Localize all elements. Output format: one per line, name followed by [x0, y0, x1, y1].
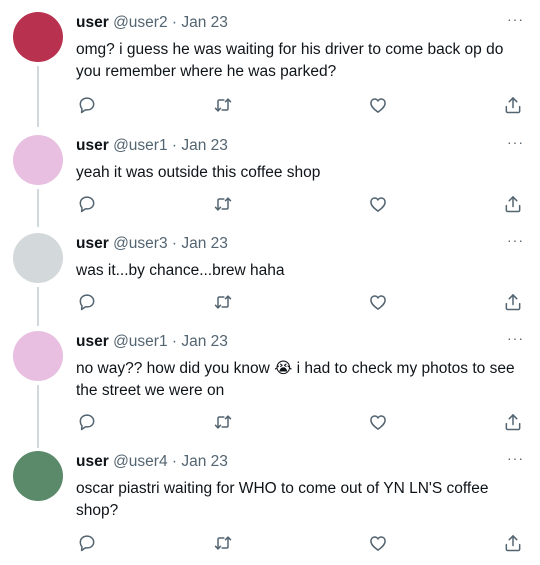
avatar[interactable] [13, 135, 63, 185]
separator-dot: · [171, 333, 178, 350]
more-options-button[interactable]: ··· [507, 331, 524, 353]
like-button[interactable] [367, 411, 389, 433]
display-name[interactable]: user [76, 235, 109, 252]
separator-dot: · [171, 235, 178, 252]
user-handle[interactable]: @user4 [113, 453, 168, 470]
tweet-header: user @user2 · Jan 23 [76, 12, 228, 34]
share-button[interactable] [502, 291, 524, 313]
tweet-actions [0, 291, 540, 313]
share-button[interactable] [502, 193, 524, 215]
tweet-header: user @user1 · Jan 23 [76, 331, 228, 353]
reply-icon [79, 414, 95, 431]
avatar[interactable] [13, 451, 63, 501]
tweet-date[interactable]: Jan 23 [181, 333, 228, 350]
tweet-header: user @user4 · Jan 23 [76, 451, 228, 473]
retweet-icon [214, 415, 232, 429]
share-button[interactable] [502, 94, 524, 116]
share-icon [505, 414, 521, 431]
reply-button[interactable] [76, 291, 98, 313]
reply-button[interactable] [76, 94, 98, 116]
display-name[interactable]: user [76, 333, 109, 350]
share-icon [505, 196, 521, 213]
tweet-text: no way?? how did you know 😭 i had to che… [76, 360, 515, 399]
separator-dot: · [171, 137, 178, 154]
display-name[interactable]: user [76, 137, 109, 154]
tweet-text: was it...by chance...brew haha [76, 262, 285, 279]
like-icon [370, 295, 386, 310]
display-name[interactable]: user [76, 453, 109, 470]
more-options-button[interactable]: ··· [507, 451, 524, 473]
retweet-button[interactable] [212, 193, 234, 215]
reply-icon [79, 97, 95, 114]
reply-button[interactable] [76, 532, 98, 554]
user-handle[interactable]: @user3 [113, 235, 168, 252]
retweet-button[interactable] [212, 291, 234, 313]
like-button[interactable] [367, 532, 389, 554]
tweet-actions [0, 94, 540, 116]
like-button[interactable] [367, 193, 389, 215]
tweet-header: user @user3 · Jan 23 [76, 233, 228, 255]
reply-icon [79, 535, 95, 552]
retweet-icon [214, 536, 232, 550]
tweet-date[interactable]: Jan 23 [181, 14, 228, 31]
separator-dot: · [171, 453, 178, 470]
retweet-icon [214, 197, 232, 211]
retweet-button[interactable] [212, 532, 234, 554]
retweet-icon [214, 295, 232, 309]
reply-button[interactable] [76, 411, 98, 433]
user-handle[interactable]: @user1 [113, 137, 168, 154]
reply-icon [79, 294, 95, 311]
tweet-date[interactable]: Jan 23 [181, 235, 228, 252]
more-options-button[interactable]: ··· [507, 135, 524, 157]
tweet-actions [0, 411, 540, 433]
reply-icon [79, 196, 95, 213]
more-options-button[interactable]: ··· [507, 12, 524, 34]
avatar[interactable] [13, 331, 63, 381]
reply-button[interactable] [76, 193, 98, 215]
like-icon [370, 415, 386, 430]
retweet-button[interactable] [212, 411, 234, 433]
share-icon [505, 535, 521, 552]
share-button[interactable] [502, 532, 524, 554]
like-button[interactable] [367, 291, 389, 313]
tweet-text: oscar piastri waiting for WHO to come ou… [76, 480, 489, 519]
separator-dot: · [171, 14, 178, 31]
avatar[interactable] [13, 233, 63, 283]
tweet-header: user @user1 · Jan 23 [76, 135, 228, 157]
display-name[interactable]: user [76, 14, 109, 31]
more-options-button[interactable]: ··· [507, 233, 524, 255]
tweet-text: omg? i guess he was waiting for his driv… [76, 41, 504, 80]
user-handle[interactable]: @user1 [113, 333, 168, 350]
like-button[interactable] [367, 94, 389, 116]
like-icon [370, 98, 386, 113]
like-icon [370, 536, 386, 551]
tweet-text: yeah it was outside this coffee shop [76, 164, 321, 181]
tweet-date[interactable]: Jan 23 [181, 453, 228, 470]
share-button[interactable] [502, 411, 524, 433]
tweet-date[interactable]: Jan 23 [181, 137, 228, 154]
user-handle[interactable]: @user2 [113, 14, 168, 31]
share-icon [505, 97, 521, 114]
share-icon [505, 294, 521, 311]
avatar[interactable] [13, 12, 63, 62]
retweet-icon [214, 98, 232, 112]
retweet-button[interactable] [212, 94, 234, 116]
tweet-actions [0, 532, 540, 554]
like-icon [370, 197, 386, 212]
tweet-actions [0, 193, 540, 215]
